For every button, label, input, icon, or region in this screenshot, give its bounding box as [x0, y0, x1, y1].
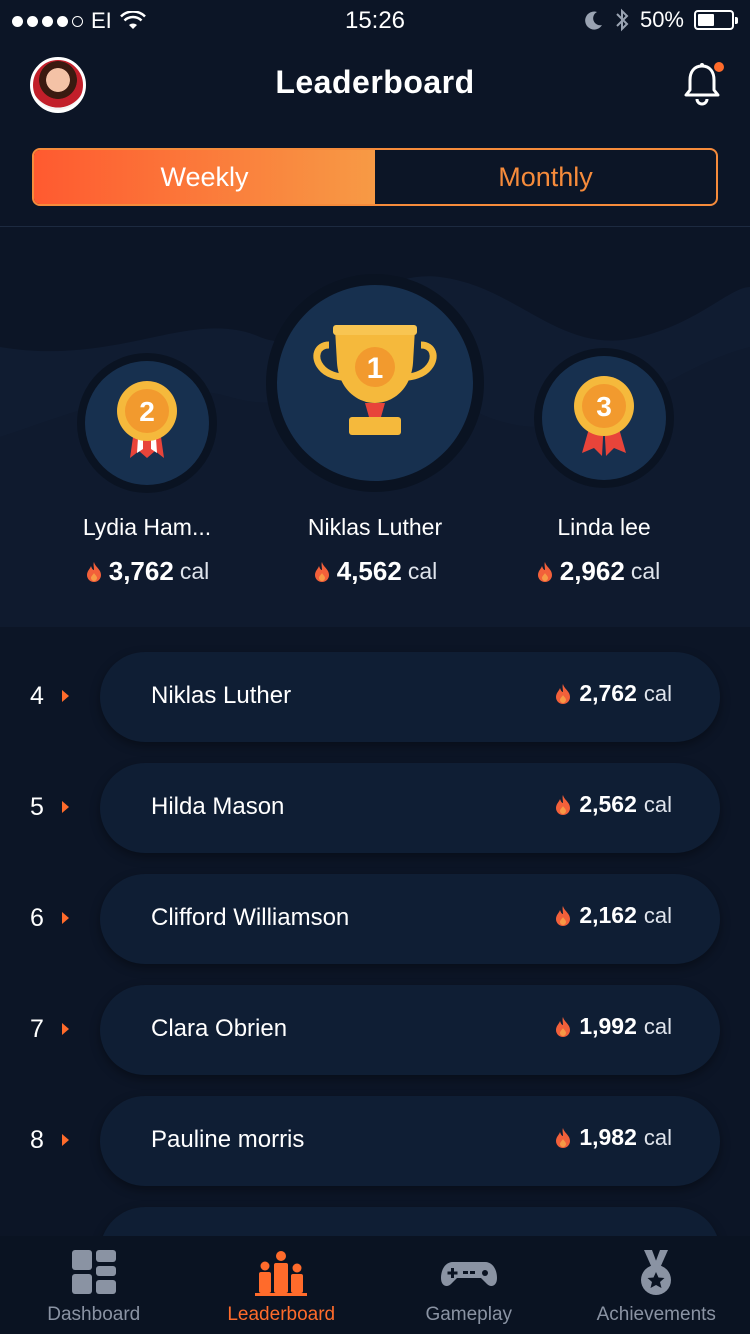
player-name: Pauline morris — [151, 1126, 305, 1153]
gamepad-icon — [440, 1262, 497, 1286]
tab-achievements[interactable]: Achievements — [563, 1236, 750, 1334]
score-unit: cal — [643, 1013, 672, 1039]
second-place-rosette-icon: 2 — [117, 381, 177, 458]
flame-icon — [556, 905, 571, 926]
player-score: 1,982 cal — [554, 1124, 672, 1151]
score-value: 3,762 — [108, 556, 174, 586]
tab-label: Leaderboard — [227, 1304, 336, 1325]
battery-percent: 50% — [639, 7, 684, 32]
score-unit: cal — [643, 1124, 672, 1150]
flame-icon — [556, 1016, 571, 1037]
player-name: Clara Obrien — [151, 1015, 288, 1042]
player-score: 2,762 cal — [554, 680, 672, 707]
score-value: 2,962 — [559, 556, 625, 586]
tab-label: Gameplay — [425, 1304, 513, 1325]
ranking-card[interactable]: Niklas Luther 2,762 cal — [100, 652, 720, 742]
tab-label: Achievements — [596, 1304, 716, 1325]
player-name: Clifford Williamson — [151, 904, 350, 931]
moon-icon — [585, 11, 602, 30]
third-place-score: 2,962 cal — [498, 556, 698, 587]
score-value: 2,162 — [579, 902, 637, 928]
score-unit: cal — [643, 791, 672, 817]
rank-number: 7 — [30, 1015, 44, 1043]
dashboard-icon — [71, 1250, 116, 1294]
player-score: 2,162 cal — [554, 902, 672, 929]
ranking-row[interactable]: 6 Clifford Williamson 2,162 cal — [0, 874, 750, 964]
bottom-tab-bar: Dashboard Leaderboard Gameplay Achieveme… — [0, 1236, 750, 1334]
notification-badge — [714, 62, 724, 72]
first-place-badge[interactable]: 1 — [277, 285, 473, 481]
ranking-card[interactable]: Clifford Williamson 2,162 cal — [100, 874, 720, 964]
arrow-right-icon — [62, 801, 69, 813]
ranking-row[interactable]: 5 Hilda Mason 2,562 cal — [0, 763, 750, 853]
third-place-rosette-icon: 3 — [574, 376, 634, 456]
svg-text:1: 1 — [367, 352, 384, 385]
score-value: 1,992 — [579, 1013, 637, 1039]
rank-number: 5 — [30, 793, 44, 821]
score-value: 2,762 — [579, 680, 637, 706]
flame-icon — [86, 561, 101, 582]
score-unit: cal — [179, 558, 210, 584]
monthly-tab[interactable]: Monthly — [375, 150, 716, 204]
svg-text:2: 2 — [139, 396, 155, 427]
score-unit: cal — [407, 558, 438, 584]
second-place-name: Lydia Ham... — [82, 514, 212, 540]
arrow-right-icon — [62, 1134, 69, 1146]
battery-icon — [694, 10, 738, 30]
arrow-right-icon — [62, 1023, 69, 1035]
tab-gameplay[interactable]: Gameplay — [375, 1236, 563, 1334]
flame-icon — [556, 1127, 571, 1148]
player-name: Niklas Luther — [151, 682, 292, 709]
ranking-row[interactable]: 8 Pauline morris 1,982 cal — [0, 1096, 750, 1186]
player-score: 1,992 cal — [554, 1013, 672, 1040]
score-value: 1,982 — [579, 1124, 637, 1150]
trophy-icon: 1 — [313, 325, 437, 435]
player-score: 2,562 cal — [554, 791, 672, 818]
rank-number: 4 — [30, 682, 44, 710]
ranking-card[interactable]: Hilda Mason 2,562 cal — [100, 763, 720, 853]
weekly-tab[interactable]: Weekly — [34, 150, 375, 204]
svg-text:3: 3 — [596, 391, 612, 422]
flame-icon — [556, 794, 571, 815]
tab-leaderboard[interactable]: Leaderboard — [188, 1236, 376, 1334]
score-unit: cal — [643, 902, 672, 928]
ranking-card[interactable]: Clara Obrien 1,992 cal — [100, 985, 720, 1075]
rank-number: 6 — [30, 904, 44, 932]
ranking-row[interactable]: 4 Niklas Luther 2,762 cal — [0, 652, 750, 742]
score-value: 2,562 — [579, 791, 637, 817]
status-bar: EI 15:26 50% — [0, 0, 750, 40]
second-place-score: 3,762 cal — [47, 556, 247, 587]
third-place-badge[interactable]: 3 — [542, 356, 666, 480]
second-place-badge[interactable]: 2 — [85, 361, 209, 485]
player-name: Hilda Mason — [151, 793, 285, 820]
ranking-card[interactable]: Pauline morris 1,982 cal — [100, 1096, 720, 1186]
bluetooth-icon — [616, 8, 629, 32]
third-place-name: Linda lee — [557, 514, 651, 540]
tab-dashboard[interactable]: Dashboard — [0, 1236, 188, 1334]
flame-icon — [314, 561, 329, 582]
ranking-row[interactable]: 7 Clara Obrien 1,992 cal — [0, 985, 750, 1075]
score-value: 4,562 — [336, 556, 402, 586]
medal-icon — [641, 1250, 672, 1295]
tab-label: Dashboard — [47, 1304, 141, 1325]
page-title: Leaderboard — [275, 64, 475, 100]
score-unit: cal — [630, 558, 661, 584]
notification-button[interactable] — [682, 62, 724, 106]
header: Leaderboard — [0, 50, 750, 120]
rank-number: 8 — [30, 1126, 44, 1154]
flame-icon — [537, 561, 552, 582]
first-place-score: 4,562 cal — [275, 556, 475, 587]
period-toggle: Weekly Monthly — [32, 148, 718, 206]
status-right: 50% — [584, 7, 738, 33]
score-unit: cal — [643, 680, 672, 706]
flame-icon — [556, 683, 571, 704]
leaderboard-icon — [255, 1251, 308, 1296]
first-place-name: Niklas Luther — [307, 514, 443, 540]
arrow-right-icon — [62, 690, 69, 702]
arrow-right-icon — [62, 912, 69, 924]
